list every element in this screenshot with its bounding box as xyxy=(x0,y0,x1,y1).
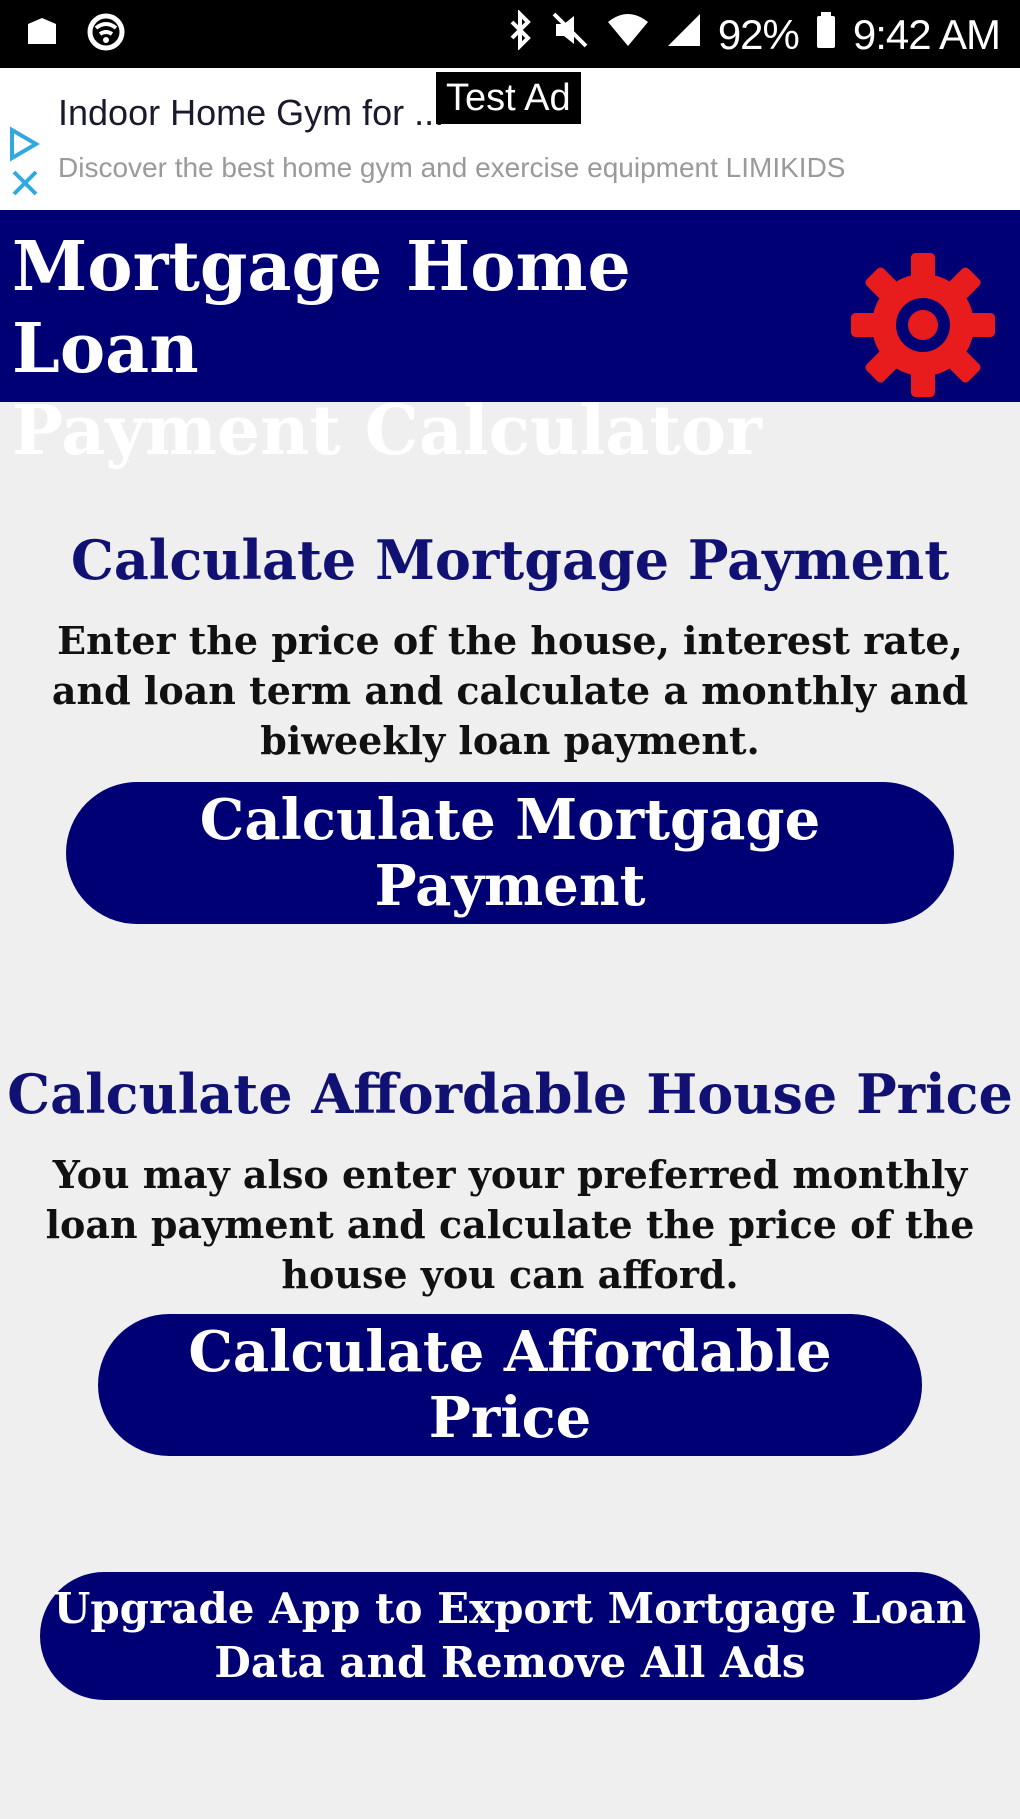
test-ad-label: Test Ad xyxy=(436,72,581,124)
app-title-line-1: Mortgage Home Loan xyxy=(12,227,631,389)
upgrade-app-button[interactable]: Upgrade App to Export Mortgage Loan Data… xyxy=(40,1572,980,1700)
ad-description[interactable]: Discover the best home gym and exercise … xyxy=(58,152,845,184)
close-icon[interactable] xyxy=(10,168,40,203)
bluetooth-icon xyxy=(506,9,534,60)
settings-gear-icon[interactable] xyxy=(848,250,998,400)
mortgage-section-description: Enter the price of the house, interest r… xyxy=(51,618,969,763)
battery-icon xyxy=(815,10,837,60)
notification-icon xyxy=(22,14,62,55)
affordable-section-title: Calculate Affordable House Price xyxy=(7,1062,1013,1126)
calculate-mortgage-button[interactable]: Calculate Mortgage Payment xyxy=(66,782,954,924)
affordable-section-description: You may also enter your preferred monthl… xyxy=(45,1152,975,1297)
ad-title[interactable]: Indoor Home Gym for ... xyxy=(58,92,444,134)
app-header: Mortgage Home Loan Payment Calculator xyxy=(0,210,1020,471)
status-bar: 92% 9:42 AM xyxy=(0,0,1020,68)
upgrade-button-line-2: Data and Remove All Ads xyxy=(214,1638,806,1687)
mortgage-section-title: Calculate Mortgage Payment xyxy=(70,528,950,592)
upgrade-button-line-1: Upgrade App to Export Mortgage Loan xyxy=(53,1584,967,1633)
ad-banner[interactable]: Indoor Home Gym for ... Discover the bes… xyxy=(0,68,1020,210)
battery-percent: 92% xyxy=(717,11,800,58)
app-title-line-2: Payment Calculator xyxy=(12,391,762,471)
cell-signal-icon xyxy=(666,10,702,60)
ad-choices-icon[interactable] xyxy=(6,126,42,167)
wifi-signal-icon xyxy=(606,10,650,60)
calculate-affordable-price-button[interactable]: Calculate Affordable Price xyxy=(98,1314,922,1456)
wifi-icon xyxy=(84,12,128,57)
clock: 9:42 AM xyxy=(852,11,1001,58)
mute-icon xyxy=(550,10,590,60)
app-title: Mortgage Home Loan Payment Calculator xyxy=(12,226,812,472)
